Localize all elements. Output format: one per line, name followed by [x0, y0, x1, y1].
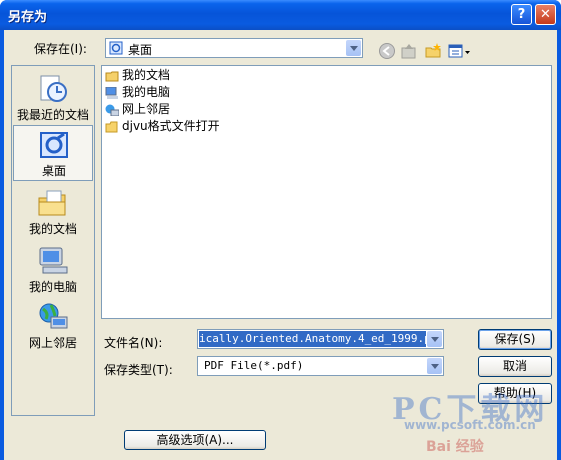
cancel-button[interactable]: 取消 [478, 356, 552, 377]
filetype-value: PDF File(*.pdf) [204, 359, 304, 372]
advanced-options-button[interactable]: 高级选项(A)... [124, 430, 266, 450]
my-documents-icon [105, 71, 119, 81]
place-label: 桌面 [41, 164, 66, 178]
new-folder-icon[interactable] [424, 42, 442, 60]
filename-field[interactable]: ically.Oriented.Anatomy.4_ed_1999.pdf [197, 329, 444, 349]
my-computer-icon [105, 86, 118, 99]
network-places-icon [105, 104, 119, 116]
place-label: 我最近的文档 [16, 108, 89, 122]
save-in-dropdown-arrow[interactable] [346, 40, 361, 56]
title-bar[interactable]: 另存为 ? ✕ [0, 0, 561, 30]
filetype-dropdown-arrow[interactable] [427, 358, 442, 374]
place-desktop[interactable]: 桌面 [13, 125, 93, 181]
network-places-icon [39, 303, 68, 329]
save-as-dialog: 另存为 ? ✕ 保存在(I): 桌面 我最近的文档 桌面 我的文档 我的电脑 网… [0, 0, 561, 460]
list-item[interactable]: 网上邻居 [105, 101, 170, 117]
place-label: 我的文档 [28, 222, 77, 236]
file-name: 网上邻居 [122, 102, 171, 116]
save-in-combo[interactable]: 桌面 [105, 38, 363, 58]
places-bar: 我最近的文档 桌面 我的文档 我的电脑 网上邻居 [11, 65, 95, 416]
view-menu-icon[interactable] [448, 42, 472, 60]
close-button[interactable]: ✕ [535, 4, 556, 25]
help-title-button[interactable]: ? [511, 4, 532, 25]
place-my-documents[interactable]: 我的文档 [13, 184, 93, 240]
back-icon[interactable] [378, 42, 396, 60]
list-item[interactable]: djvu格式文件打开 [105, 118, 220, 134]
recent-documents-icon [40, 75, 67, 102]
my-documents-icon [38, 190, 66, 216]
place-label: 网上邻居 [28, 336, 77, 350]
filename-value: ically.Oriented.Anatomy.4_ed_1999.pdf [199, 331, 426, 347]
list-item[interactable]: 我的文档 [105, 67, 170, 83]
up-folder-icon[interactable] [400, 42, 418, 60]
desktop-icon [40, 132, 68, 158]
file-list[interactable]: 我的文档 我的电脑 网上邻居 djvu格式文件打开 [101, 65, 552, 319]
help-button[interactable]: 帮助(H) [478, 383, 552, 404]
my-computer-icon [39, 247, 68, 274]
file-name: djvu格式文件打开 [122, 119, 220, 133]
filetype-label: 保存类型(T): [104, 363, 173, 377]
list-item[interactable]: 我的电脑 [105, 84, 170, 100]
filename-label: 文件名(N): [104, 336, 163, 350]
watermark-baidu: Bai 经验 [426, 439, 484, 455]
filename-dropdown-arrow[interactable] [427, 331, 442, 347]
desktop-small-icon [109, 41, 123, 55]
place-my-computer[interactable]: 我的电脑 [13, 242, 93, 298]
save-button[interactable]: 保存(S) [478, 329, 552, 350]
place-label: 我的电脑 [28, 280, 77, 294]
save-in-value: 桌面 [128, 43, 153, 57]
place-network[interactable]: 网上邻居 [13, 298, 93, 354]
place-recent[interactable]: 我最近的文档 [13, 70, 93, 126]
dialog-body: 保存在(I): 桌面 我最近的文档 桌面 我的文档 我的电脑 网上邻居 我的文档… [4, 30, 557, 460]
watermark-url: www.pcsoft.com.cn [404, 418, 536, 432]
window-title: 另存为 [8, 10, 48, 25]
save-in-label: 保存在(I): [34, 42, 87, 56]
folder-icon [105, 121, 118, 132]
file-name: 我的文档 [122, 68, 171, 82]
filetype-select[interactable]: PDF File(*.pdf) [197, 356, 444, 376]
file-name: 我的电脑 [122, 85, 171, 99]
